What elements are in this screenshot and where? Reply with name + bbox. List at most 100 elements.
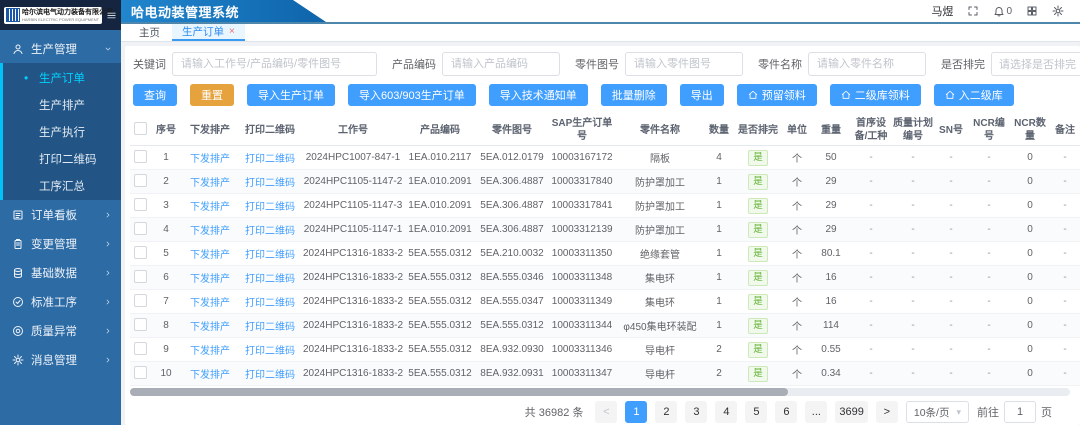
sidebar-item-2[interactable]: 变更管理 bbox=[0, 229, 121, 258]
issue-scheduling-link[interactable]: 下发排产 bbox=[190, 154, 230, 165]
issue-scheduling-link[interactable]: 下发排产 bbox=[190, 370, 230, 381]
action-bar: 查询重置导入生产订单导入603/903生产订单导入技术通知单批量删除导出预留领料… bbox=[130, 84, 1080, 106]
gear-icon bbox=[12, 354, 24, 366]
print-qrcode-link[interactable]: 打印二维码 bbox=[245, 250, 295, 261]
row-checkbox[interactable] bbox=[134, 294, 147, 307]
print-qrcode-link[interactable]: 打印二维码 bbox=[245, 346, 295, 357]
print-qrcode-link[interactable]: 打印二维码 bbox=[245, 370, 295, 381]
cell-value: 2 bbox=[716, 344, 722, 355]
row-checkbox[interactable] bbox=[134, 318, 147, 331]
action-button-3[interactable]: 导入603/903生产订单 bbox=[348, 84, 476, 106]
issue-scheduling-link[interactable]: 下发排产 bbox=[190, 346, 230, 357]
sidebar-item-0[interactable]: 生产管理 bbox=[0, 34, 121, 63]
action-button-8[interactable]: 二级库领料 bbox=[830, 84, 921, 106]
print-qrcode-link[interactable]: 打印二维码 bbox=[245, 298, 295, 309]
issue-scheduling-link[interactable]: 下发排产 bbox=[190, 322, 230, 333]
sidebar-item-1[interactable]: 订单看板 bbox=[0, 200, 121, 229]
action-button-9[interactable]: 入二级库 bbox=[934, 84, 1014, 106]
page-button-1[interactable]: 1 bbox=[625, 401, 647, 423]
print-qrcode-link[interactable]: 打印二维码 bbox=[245, 274, 295, 285]
sidebar-subitem-0-0[interactable]: •生产订单 bbox=[3, 64, 121, 91]
issue-scheduling-link[interactable]: 下发排产 bbox=[190, 250, 230, 261]
goto-page-input[interactable] bbox=[1004, 401, 1036, 423]
print-qrcode-link[interactable]: 打印二维码 bbox=[245, 178, 295, 189]
page-button-5[interactable]: 5 bbox=[745, 401, 767, 423]
sidebar-item-3[interactable]: 基础数据 bbox=[0, 258, 121, 287]
action-button-2[interactable]: 导入生产订单 bbox=[247, 84, 335, 106]
sidebar-subitem-0-3[interactable]: 打印二维码 bbox=[3, 145, 121, 172]
page-button-6[interactable]: 6 bbox=[775, 401, 797, 423]
row-checkbox[interactable] bbox=[134, 342, 147, 355]
page-button-3[interactable]: 3 bbox=[685, 401, 707, 423]
menu-toggle-icon[interactable] bbox=[106, 10, 117, 21]
action-button-0[interactable]: 查询 bbox=[133, 84, 177, 106]
action-button-6[interactable]: 导出 bbox=[680, 84, 724, 106]
cell-value: - bbox=[1063, 200, 1066, 211]
filter-input-0[interactable] bbox=[172, 52, 377, 76]
cell-value: - bbox=[949, 200, 952, 211]
company-logo-text: 哈尔滨电气动力装备有限公司 HARBIN ELECTRIC POWER EQUI… bbox=[22, 9, 99, 22]
page-button-4[interactable]: 4 bbox=[715, 401, 737, 423]
prev-page-button[interactable]: < bbox=[595, 401, 617, 423]
filter-input-2[interactable] bbox=[625, 52, 743, 76]
fullscreen-icon[interactable] bbox=[967, 5, 979, 17]
action-button-1[interactable]: 重置 bbox=[190, 84, 234, 106]
sidebar-item-5[interactable]: 质量异常 bbox=[0, 316, 121, 345]
issue-scheduling-link[interactable]: 下发排产 bbox=[190, 226, 230, 237]
action-button-5[interactable]: 批量删除 bbox=[601, 84, 667, 106]
filter-input-1[interactable] bbox=[442, 52, 560, 76]
filter-select-4[interactable]: 请选择是否排完▾ bbox=[991, 52, 1080, 76]
cell-value: - bbox=[869, 200, 872, 211]
user-name[interactable]: 马煜 bbox=[931, 3, 953, 19]
page-button-2[interactable]: 2 bbox=[655, 401, 677, 423]
issue-scheduling-link[interactable]: 下发排产 bbox=[190, 298, 230, 309]
row-checkbox[interactable] bbox=[134, 174, 147, 187]
cell-value: - bbox=[911, 200, 914, 211]
action-button-4[interactable]: 导入技术通知单 bbox=[489, 84, 588, 106]
page-ellipsis[interactable]: ... bbox=[805, 401, 827, 423]
issue-scheduling-link[interactable]: 下发排产 bbox=[190, 178, 230, 189]
cell-value: 10003317841 bbox=[551, 200, 612, 211]
settings-icon[interactable] bbox=[1052, 5, 1064, 17]
sidebar-subitem-0-1[interactable]: 生产排产 bbox=[3, 91, 121, 118]
tab-1[interactable]: 生产订单× bbox=[172, 24, 245, 41]
button-label: 入二级库 bbox=[959, 87, 1003, 103]
row-checkbox[interactable] bbox=[134, 366, 147, 379]
horizontal-scrollbar[interactable] bbox=[130, 388, 1070, 396]
row-checkbox[interactable] bbox=[134, 246, 147, 259]
filter-group-1: 产品编码 bbox=[392, 52, 560, 76]
print-qrcode-link[interactable]: 打印二维码 bbox=[245, 322, 295, 333]
close-icon[interactable]: × bbox=[229, 27, 235, 37]
print-qrcode-link[interactable]: 打印二维码 bbox=[245, 202, 295, 213]
sidebar-subitem-0-4[interactable]: 工序汇总 bbox=[3, 172, 121, 199]
scheduled-status-tag: 是 bbox=[748, 150, 768, 166]
database-icon bbox=[12, 267, 24, 279]
cell-value: 0.55 bbox=[821, 344, 840, 355]
issue-scheduling-link[interactable]: 下发排产 bbox=[190, 202, 230, 213]
action-button-7[interactable]: 预留领料 bbox=[737, 84, 817, 106]
sidebar-subitem-0-2[interactable]: 生产执行 bbox=[3, 118, 121, 145]
chevron-right-icon bbox=[104, 298, 112, 306]
sidebar-item-4[interactable]: 标准工序 bbox=[0, 287, 121, 316]
select-all-checkbox[interactable] bbox=[134, 122, 147, 135]
tab-0[interactable]: 主页 bbox=[129, 24, 170, 41]
cell-value: 5EA.306.4887 bbox=[480, 176, 543, 187]
row-checkbox[interactable] bbox=[134, 222, 147, 235]
scrollbar-thumb[interactable] bbox=[130, 388, 788, 396]
table-row: 9下发排产打印二维码2024HPC1316-1833-25EA.555.0312… bbox=[130, 338, 1080, 362]
filter-input-3[interactable] bbox=[808, 52, 926, 76]
page-size-select[interactable]: 10条/页▾ bbox=[906, 401, 969, 423]
next-page-button[interactable]: > bbox=[876, 401, 898, 423]
row-checkbox[interactable] bbox=[134, 198, 147, 211]
notifications-button[interactable]: 0 bbox=[993, 5, 1012, 17]
row-checkbox[interactable] bbox=[134, 150, 147, 163]
issue-scheduling-link[interactable]: 下发排产 bbox=[190, 274, 230, 285]
page-button-3699[interactable]: 3699 bbox=[835, 401, 867, 423]
row-checkbox[interactable] bbox=[134, 270, 147, 283]
apps-grid-icon[interactable] bbox=[1026, 5, 1038, 17]
cell-value: 6 bbox=[163, 272, 169, 283]
print-qrcode-link[interactable]: 打印二维码 bbox=[245, 154, 295, 165]
sidebar-item-6[interactable]: 消息管理 bbox=[0, 345, 121, 374]
print-qrcode-link[interactable]: 打印二维码 bbox=[245, 226, 295, 237]
cell-value: 8EA.932.0931 bbox=[480, 368, 543, 379]
